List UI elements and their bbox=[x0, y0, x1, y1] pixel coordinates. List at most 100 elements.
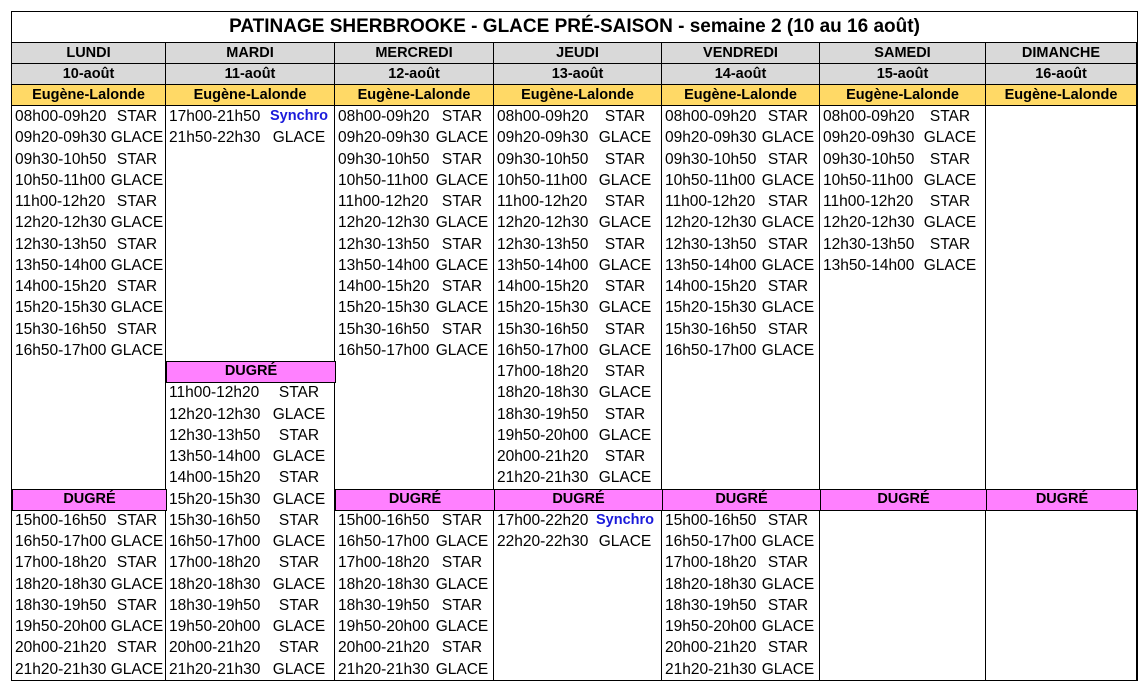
time-slot: 20h00-21h20 STAR bbox=[335, 637, 493, 658]
time-slot: 11h00-12h20 STAR bbox=[12, 191, 165, 212]
time-slot: 08h00-09h20 STAR bbox=[335, 106, 493, 127]
slot-time: 18h20-18h30 bbox=[15, 575, 107, 593]
slot-time: 10h50-11h00 bbox=[823, 171, 914, 189]
time-slot: 14h00-15h20 STAR bbox=[662, 276, 819, 297]
time-slot: 17h00-18h20 STAR bbox=[166, 552, 334, 573]
slot-type: STAR bbox=[278, 596, 320, 614]
slot-type: STAR bbox=[604, 193, 646, 210]
time-slot: 08h00-09h20 STAR bbox=[12, 106, 165, 127]
time-slot: 18h20-18h30 GLACE bbox=[12, 574, 165, 595]
time-slot: 16h50-17h00 GLACE bbox=[662, 340, 819, 361]
slot-type: Synchro bbox=[595, 511, 654, 528]
time-slot: 21h20-21h30 GLACE bbox=[12, 659, 165, 680]
slot-time: 14h00-15h20 bbox=[169, 469, 261, 487]
slot-time: 17h00-18h20 bbox=[338, 554, 430, 572]
date-header-mercredi: 12-août bbox=[335, 64, 494, 85]
time-slot: 17h00-18h20 STAR bbox=[662, 552, 819, 573]
slot-type: STAR bbox=[441, 554, 483, 572]
slot-time: 17h00-18h20 bbox=[497, 363, 589, 380]
slot-type: STAR bbox=[116, 639, 158, 657]
slot-time: 18h30-19h50 bbox=[665, 596, 757, 614]
time-slot: 15h20-15h30 GLACE bbox=[494, 297, 661, 318]
day-column-mardi: 17h00-21h50 Synchro 21h50-22h30 GLACE 11h00-… bbox=[166, 106, 335, 680]
slot-type: GLACE bbox=[598, 171, 652, 189]
time-slot: 09h30-10h50 STAR bbox=[494, 149, 661, 170]
slot-type: STAR bbox=[278, 426, 320, 444]
slot-type: GLACE bbox=[761, 341, 815, 359]
slot-time: 17h00-18h20 bbox=[15, 554, 107, 572]
time-slot: 15h20-15h30 GLACE bbox=[12, 297, 165, 318]
slot-time: 12h20-12h30 bbox=[497, 214, 589, 232]
slot-type: GLACE bbox=[435, 575, 489, 593]
time-slot: 09h30-10h50 STAR bbox=[12, 149, 165, 170]
time-slot: 14h00-15h20 STAR bbox=[12, 276, 165, 297]
time-slot: 20h00-21h20 STAR bbox=[12, 637, 165, 658]
slot-type: GLACE bbox=[923, 129, 977, 147]
slot-time: 10h50-11h00 bbox=[15, 171, 106, 189]
day-header-mardi: MARDI bbox=[166, 43, 335, 64]
time-slot: 10h50-11h00 GLACE bbox=[820, 170, 985, 191]
slot-time: 21h20-21h30 bbox=[15, 660, 107, 678]
slot-time: 12h20-12h30 bbox=[169, 405, 261, 423]
slot-time: 21h20-21h30 bbox=[497, 469, 589, 487]
slot-time: 15h20-15h30 bbox=[665, 299, 757, 317]
time-slot: 14h00-15h20 STAR bbox=[494, 276, 661, 297]
venue-header-dugre-samedi: DUGRÉ bbox=[820, 488, 987, 511]
slot-type: GLACE bbox=[435, 341, 489, 359]
time-slot: 09h30-10h50 STAR bbox=[335, 149, 493, 170]
slot-type: STAR bbox=[116, 596, 158, 614]
slot-type: GLACE bbox=[761, 575, 815, 593]
slot-type: GLACE bbox=[598, 299, 652, 317]
slot-time: 17h00-22h20 bbox=[497, 511, 589, 529]
venue-header-eugene-lalonde-mercredi: Eugène-Lalonde bbox=[335, 85, 494, 106]
slot-time: 16h50-17h00 bbox=[338, 533, 430, 550]
slot-type: GLACE bbox=[435, 660, 489, 678]
slot-type: STAR bbox=[116, 320, 158, 338]
time-slot: 16h50-17h00 GLACE bbox=[662, 531, 819, 552]
slot-type: GLACE bbox=[272, 533, 326, 550]
time-slot: 12h30-13h50 STAR bbox=[494, 234, 661, 255]
slot-type: STAR bbox=[116, 150, 158, 168]
slot-type: STAR bbox=[278, 384, 320, 402]
slot-type: GLACE bbox=[761, 533, 815, 550]
venue-header-dugre-jeudi: DUGRÉ bbox=[494, 488, 663, 511]
time-slot: 12h20-12h30 GLACE bbox=[12, 212, 165, 233]
slot-type: GLACE bbox=[110, 256, 164, 274]
slot-type: STAR bbox=[441, 193, 483, 210]
slot-time: 17h00-18h20 bbox=[665, 554, 757, 572]
slot-type: STAR bbox=[604, 150, 646, 168]
slot-type: GLACE bbox=[435, 618, 489, 635]
slot-time: 18h20-18h30 bbox=[665, 575, 757, 593]
slot-time: 17h00-18h20 bbox=[169, 554, 261, 572]
slot-type: STAR bbox=[767, 235, 809, 253]
time-slot: 13h50-14h00 GLACE bbox=[820, 255, 985, 276]
slot-time: 16h50-17h00 bbox=[169, 533, 261, 550]
slot-type: GLACE bbox=[598, 256, 652, 274]
time-slot: 09h20-09h30 GLACE bbox=[12, 127, 165, 148]
slot-time: 20h00-21h20 bbox=[338, 639, 430, 657]
slot-time: 18h20-18h30 bbox=[169, 575, 261, 593]
slot-time: 10h50-11h00 bbox=[338, 171, 429, 189]
time-slot: 16h50-17h00 GLACE bbox=[166, 531, 334, 552]
time-slot: 15h20-15h30 GLACE bbox=[335, 297, 493, 318]
time-slot: 18h20-18h30 GLACE bbox=[662, 574, 819, 595]
slot-type: GLACE bbox=[923, 256, 977, 274]
slot-time: 09h30-10h50 bbox=[665, 150, 757, 168]
slot-type: STAR bbox=[767, 150, 809, 168]
time-slot: 12h20-12h30 GLACE bbox=[494, 212, 661, 233]
day-column-mercredi: 08h00-09h20 STAR 09h20-09h30 GLACE 09h30-10h… bbox=[335, 106, 494, 680]
slot-time: 18h30-19h50 bbox=[15, 596, 107, 614]
day-column-jeudi: 08h00-09h20 STAR 09h20-09h30 GLACE 09h30-10h… bbox=[494, 106, 662, 680]
slot-time: 20h00-21h20 bbox=[497, 448, 589, 465]
slot-time: 15h30-16h50 bbox=[169, 511, 261, 529]
slot-type: GLACE bbox=[598, 341, 652, 359]
slot-type: GLACE bbox=[110, 341, 164, 359]
slot-type: GLACE bbox=[110, 171, 164, 189]
slot-type: STAR bbox=[604, 448, 646, 465]
time-slot: 18h20-18h30 GLACE bbox=[335, 574, 493, 595]
time-slot: 09h20-09h30 GLACE bbox=[662, 127, 819, 148]
time-slot: 13h50-14h00 GLACE bbox=[335, 255, 493, 276]
time-slot: 12h20-12h30 GLACE bbox=[335, 212, 493, 233]
time-slot: 19h50-20h00 GLACE bbox=[494, 425, 661, 446]
time-slot: 17h00-18h20 STAR bbox=[494, 361, 661, 382]
